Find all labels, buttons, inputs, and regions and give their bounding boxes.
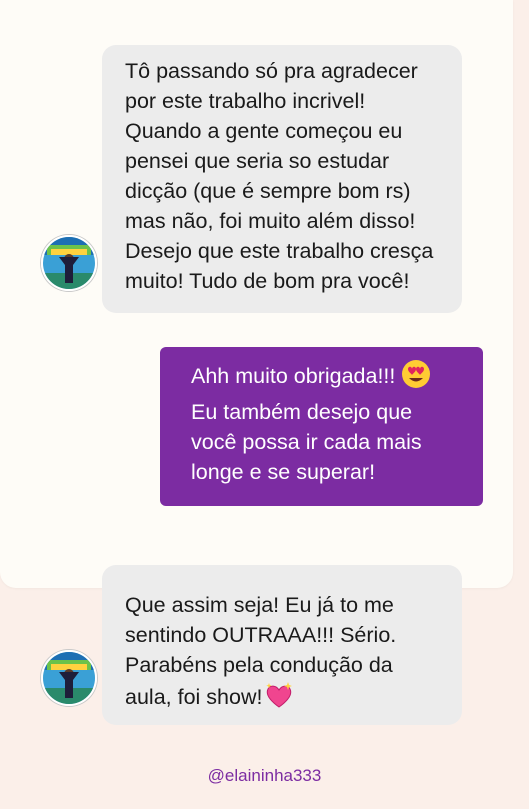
sparkling-heart-emoji-icon [264, 680, 294, 718]
message-text: Tô passando só pra agradecer por este tr… [125, 59, 434, 293]
avatar-image [43, 237, 95, 289]
outgoing-message-bubble[interactable]: Ahh muito obrigada!!! Eu também desejo q… [160, 347, 483, 506]
heart-eyes-emoji-icon [401, 359, 431, 397]
author-handle[interactable]: @elaininha333 [0, 766, 529, 786]
contact-avatar[interactable] [41, 650, 97, 706]
message-text: Ahh muito obrigada!!! Eu também desejo q… [191, 359, 469, 487]
avatar-image [43, 652, 95, 704]
contact-avatar[interactable] [41, 235, 97, 291]
incoming-message-bubble[interactable]: Que assim seja! Eu já to me sentindo OUT… [102, 565, 462, 725]
incoming-message-bubble[interactable]: Tô passando só pra agradecer por este tr… [102, 45, 462, 313]
message-text: Que assim seja! Eu já to me sentindo OUT… [125, 590, 448, 718]
